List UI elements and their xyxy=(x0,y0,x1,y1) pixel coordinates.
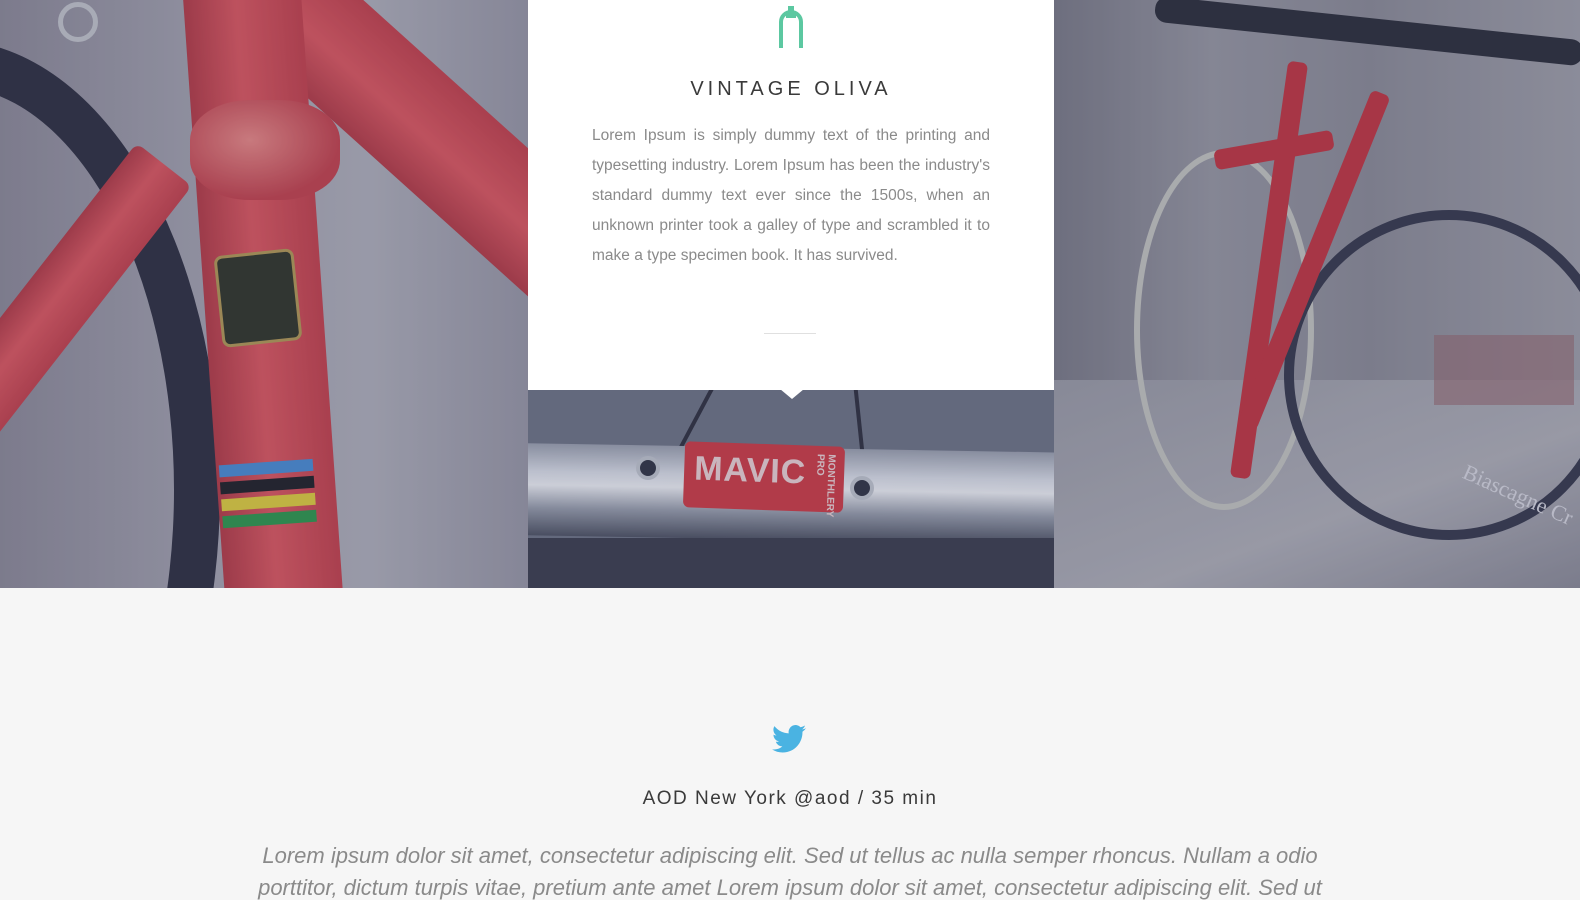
rim-label-text: MAVIC xyxy=(693,449,807,492)
feature-card: VINTAGE OLIVA Lorem Ipsum is simply dumm… xyxy=(528,0,1054,390)
tweet-text: Lorem ipsum dolor sit amet, consectetur … xyxy=(258,843,1322,900)
divider xyxy=(764,333,816,334)
bike-wall-photo[interactable]: Biascagne Cr xyxy=(1054,0,1580,588)
bike-frame-photo[interactable] xyxy=(0,0,528,588)
reynolds-decal xyxy=(213,248,303,348)
bike-fork-icon xyxy=(779,6,803,48)
spoke-nipple xyxy=(636,456,660,480)
handlebar xyxy=(1153,0,1580,67)
frame-lug xyxy=(190,100,340,200)
spoke-nipple xyxy=(850,476,874,500)
rim-label-small: MONTHLERY PRO xyxy=(814,453,837,518)
tweet-author[interactable]: AOD New York @aod / 35 min xyxy=(0,788,1580,810)
card-pointer-arrow xyxy=(780,389,804,399)
tweet-section: AOD New York @aod / 35 min Lorem ipsum d… xyxy=(0,588,1580,900)
rim-photo[interactable]: MAVIC MONTHLERY PRO xyxy=(528,390,1054,588)
gallery-row: VINTAGE OLIVA Lorem Ipsum is simply dumm… xyxy=(0,0,1580,588)
mavic-rim-label: MAVIC MONTHLERY PRO xyxy=(682,441,846,517)
card-title: VINTAGE OLIVA xyxy=(690,78,892,100)
card-description: Lorem Ipsum is simply dummy text of the … xyxy=(592,127,990,264)
tire xyxy=(528,538,1054,588)
cable-clip xyxy=(58,2,98,42)
twitter-icon[interactable] xyxy=(772,724,806,754)
champion-stripes xyxy=(218,458,319,561)
